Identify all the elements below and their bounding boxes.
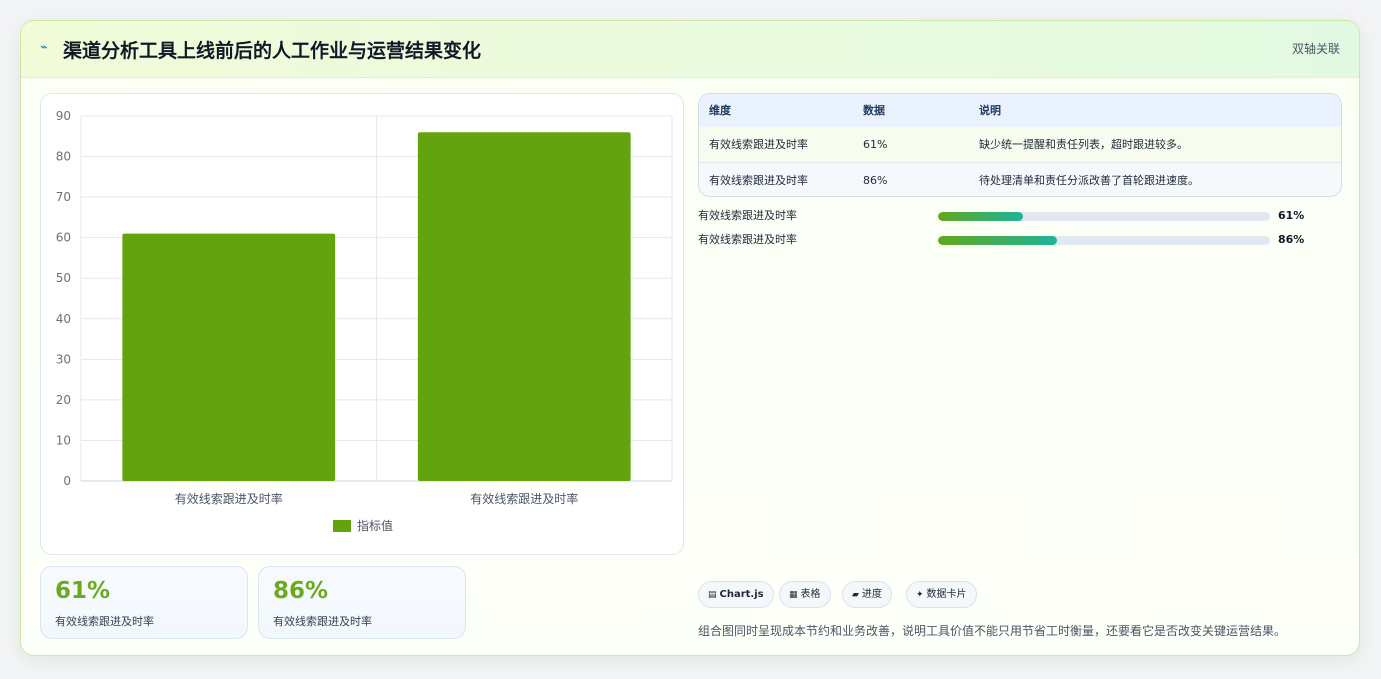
y-tick-label: 0	[63, 474, 71, 488]
y-tick-label: 20	[56, 393, 71, 407]
progress-row: 有效线索跟进及时率 61%	[698, 208, 1342, 224]
sparkle-icon: ✦	[916, 590, 924, 600]
bar-chart: 0 10 20 30 40 50 60 70 80 90 有效线索跟进及时率 有效线索跟进及时率指标值	[40, 93, 684, 555]
y-tick-label: 60	[56, 231, 71, 245]
table-row: 有效线索跟进及时率 61% 缺少统一提醒和责任列表，超时跟进较多。	[699, 127, 1341, 163]
progress-row: 有效线索跟进及时率 86%	[698, 232, 1342, 248]
table-cell: 有效线索跟进及时率	[709, 174, 808, 187]
table-cell: 缺少统一提醒和责任列表，超时跟进较多。	[979, 138, 1188, 151]
page-title: 渠道分析工具上线前后的人工作业与运营结果变化	[63, 40, 482, 62]
progress-icon: ▰	[852, 590, 859, 600]
chip-chartjs[interactable]: ▤ Chart.js	[698, 581, 774, 608]
stat-card: 86% 有效线索跟进及时率	[258, 566, 466, 639]
table-header-cell: 数据	[863, 104, 885, 117]
x-tick-label: 有效线索跟进及时率	[175, 491, 283, 506]
progress-label: 有效线索跟进及时率	[698, 209, 797, 222]
dashboard-card: ⌁ 渠道分析工具上线前后的人工作业与运营结果变化 双轴关联 0 10 20 30 40 5…	[20, 20, 1360, 656]
stat-label: 有效线索跟进及时率	[273, 615, 372, 628]
lightning-icon: ⌁	[40, 40, 48, 55]
chip-label: 进度	[861, 589, 882, 600]
legend-swatch	[333, 520, 351, 532]
progress-track	[938, 212, 1270, 221]
y-tick-label: 70	[56, 190, 71, 204]
chip-table[interactable]: ▦ 表格	[779, 581, 831, 608]
progress-value: 61%	[1278, 209, 1305, 222]
y-tick-label: 40	[56, 312, 71, 326]
footnote: 组合图同时呈现成本节约和业务改善，说明工具价值不能只用节省工时衡量，还要看它是否…	[698, 624, 1287, 638]
card-header: ⌁ 渠道分析工具上线前后的人工作业与运营结果变化 双轴关联	[21, 21, 1359, 78]
stat-label: 有效线索跟进及时率	[55, 615, 154, 628]
progress-fill	[938, 212, 1023, 221]
stat-value: 61%	[55, 578, 111, 604]
table-cell: 61%	[863, 138, 888, 151]
table-cell: 待处理清单和责任分派改善了首轮跟进速度。	[979, 174, 1199, 187]
table-icon: ▦	[789, 590, 798, 600]
x-tick-label: 有效线索跟进及时率	[470, 491, 578, 506]
chip-progress[interactable]: ▰ 进度	[842, 581, 892, 608]
chart-icon: ▤	[708, 590, 717, 600]
stat-value: 86%	[273, 578, 329, 604]
chip-label: 数据卡片	[926, 589, 967, 600]
progress-fill	[938, 236, 1057, 245]
bar	[122, 233, 336, 481]
header-tag: 双轴关联	[1291, 42, 1340, 56]
y-tick-label: 30	[56, 352, 71, 366]
y-tick-label: 90	[56, 109, 71, 123]
y-tick-label: 50	[56, 271, 71, 285]
progress-value: 86%	[1278, 233, 1305, 246]
bar-chart-svg: 0 10 20 30 40 50 60 70 80 90 有效线索跟进及时率 有效线索跟进及时率指标值	[56, 109, 673, 533]
chip-data-cards[interactable]: ✦ 数据卡片	[906, 581, 977, 608]
table-cell: 有效线索跟进及时率	[709, 138, 808, 151]
legend-label: 指标值	[357, 518, 393, 533]
chip-label: 表格	[800, 589, 821, 600]
table-header-cell: 维度	[709, 104, 731, 117]
y-tick-label: 80	[56, 150, 71, 164]
data-table: 维度 数据 说明 有效线索跟进及时率 61% 缺少统一提醒和责任列表，超时跟进较…	[698, 93, 1342, 197]
table-header-cell: 说明	[979, 104, 1001, 117]
table-row: 有效线索跟进及时率 86% 待处理清单和责任分派改善了首轮跟进速度。	[699, 163, 1341, 196]
bar	[417, 132, 631, 481]
progress-track	[938, 236, 1270, 245]
y-tick-label: 10	[56, 433, 71, 447]
table-cell: 86%	[863, 174, 888, 187]
chip-label: Chart.js	[719, 589, 764, 600]
table-header: 维度 数据 说明	[699, 94, 1341, 128]
stat-card: 61% 有效线索跟进及时率	[40, 566, 248, 639]
progress-label: 有效线索跟进及时率	[698, 233, 797, 246]
